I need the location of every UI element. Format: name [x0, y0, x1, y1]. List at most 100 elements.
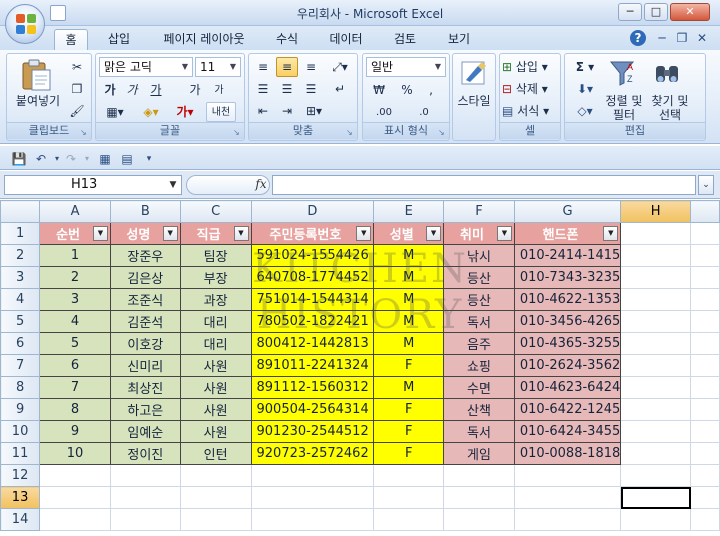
column-header-h[interactable]: H	[620, 200, 691, 223]
data-cell[interactable]: 사원	[179, 354, 252, 377]
data-cell[interactable]: 대리	[179, 310, 252, 333]
empty-cell[interactable]	[620, 420, 691, 443]
table-header-cell[interactable]: 직급 ▼	[179, 222, 252, 245]
filter-dropdown-icon[interactable]: ▼	[162, 226, 178, 241]
filter-dropdown-icon[interactable]: ▼	[603, 226, 619, 241]
table-header-cell[interactable]: 핸드폰 ▼	[513, 222, 622, 245]
data-cell[interactable]: 010-3456-4265	[513, 310, 622, 333]
tab-home[interactable]: 홈	[54, 29, 88, 50]
italic-button[interactable]: 가	[122, 80, 142, 100]
help-icon[interactable]: ?	[630, 30, 646, 46]
data-cell[interactable]: 사원	[179, 420, 252, 443]
data-cell[interactable]: 신미리	[109, 354, 181, 377]
increase-decimal-button[interactable]: .00	[366, 102, 402, 122]
empty-cell[interactable]	[620, 376, 691, 399]
increase-indent-icon[interactable]: ⇥	[276, 101, 298, 121]
fill-color-icon[interactable]: ◈▾	[136, 102, 166, 122]
data-cell[interactable]: 부장	[179, 266, 252, 289]
insert-function-icon[interactable]: fx	[253, 177, 269, 193]
row-header[interactable]: 14	[0, 508, 41, 531]
close-button[interactable]: ✕	[670, 3, 710, 21]
filter-toggle-icon[interactable]: ▦	[96, 150, 114, 168]
find-select-label-1[interactable]: 찾기 및	[646, 94, 694, 108]
data-cell[interactable]: M	[373, 266, 445, 289]
redo-dropdown-icon[interactable]: ▾	[78, 150, 96, 168]
data-cell[interactable]: 음주	[443, 332, 515, 355]
data-cell[interactable]: 780502-1822421	[250, 310, 375, 333]
expand-formula-icon[interactable]: ⌄	[698, 175, 714, 195]
font-color-button[interactable]: 가▾	[170, 102, 200, 122]
empty-cell[interactable]	[109, 464, 181, 487]
empty-cell[interactable]	[443, 464, 515, 487]
tab-view[interactable]: 보기	[440, 29, 478, 50]
empty-cell[interactable]	[513, 464, 622, 487]
data-cell[interactable]: 7	[39, 376, 111, 399]
row-header[interactable]: 7	[0, 354, 41, 377]
filter-dropdown-icon[interactable]: ▼	[496, 226, 512, 241]
empty-cell[interactable]	[690, 310, 720, 333]
table-header-cell[interactable]: 취미 ▼	[443, 222, 515, 245]
data-cell[interactable]: 2	[39, 266, 111, 289]
empty-cell[interactable]	[690, 354, 720, 377]
data-cell[interactable]: 사원	[179, 376, 252, 399]
maximize-button[interactable]: □	[644, 3, 668, 21]
data-cell[interactable]: 김준석	[109, 310, 181, 333]
data-cell[interactable]: 정이진	[109, 442, 181, 465]
tab-page-layout[interactable]: 페이지 레이아웃	[152, 29, 256, 50]
row-header[interactable]: 1	[0, 222, 41, 245]
row-header[interactable]: 8	[0, 376, 41, 399]
table-header-cell[interactable]: 순번 ▼	[39, 222, 111, 245]
tab-insert[interactable]: 삽입	[100, 29, 138, 50]
ribbon-minimize-icon[interactable]: ─	[654, 30, 670, 46]
percent-button[interactable]: %	[396, 80, 418, 100]
data-cell[interactable]: 640708-1774452	[250, 266, 375, 289]
data-cell[interactable]: 010-6422-1245	[513, 398, 622, 421]
worksheet-grid[interactable]: ABCDEFGH 1 순번 ▼ 성명 ▼ 직급 ▼ 주민등록번호 ▼ 성별 ▼ 취미 ▼ 핸드폰 ▼ 2 1 장준…	[0, 200, 720, 536]
data-cell[interactable]: 010-4623-6424	[513, 376, 622, 399]
empty-cell[interactable]	[373, 464, 445, 487]
data-cell[interactable]: 891011-2241324	[250, 354, 375, 377]
data-cell[interactable]: 900504-2564314	[250, 398, 375, 421]
empty-cell[interactable]	[250, 464, 375, 487]
data-cell[interactable]: M	[373, 332, 445, 355]
empty-cell[interactable]	[620, 508, 691, 531]
data-cell[interactable]: 010-0088-1818	[513, 442, 622, 465]
align-top-icon[interactable]: ≡	[252, 57, 274, 77]
ribbon-close-icon[interactable]: ✕	[694, 30, 710, 46]
data-cell[interactable]: 하고은	[109, 398, 181, 421]
empty-cell[interactable]	[620, 244, 691, 267]
data-cell[interactable]: 920723-2572462	[250, 442, 375, 465]
empty-cell[interactable]	[690, 464, 720, 487]
empty-cell[interactable]	[690, 508, 720, 531]
empty-cell[interactable]	[373, 508, 445, 531]
empty-cell[interactable]	[373, 486, 445, 509]
empty-cell[interactable]	[109, 486, 181, 509]
data-cell[interactable]: 조준식	[109, 288, 181, 311]
data-cell[interactable]: 산책	[443, 398, 515, 421]
column-header-c[interactable]: C	[179, 200, 252, 223]
data-cell[interactable]: 10	[39, 442, 111, 465]
empty-cell[interactable]	[39, 486, 111, 509]
empty-cell[interactable]	[620, 354, 691, 377]
data-cell[interactable]: M	[373, 288, 445, 311]
ribbon-restore-icon[interactable]: ❐	[674, 30, 690, 46]
row-header[interactable]: 12	[0, 464, 41, 487]
alignment-launcher-icon[interactable]: ↘	[346, 128, 355, 137]
column-header-b[interactable]: B	[109, 200, 181, 223]
column-header-g[interactable]: G	[513, 200, 622, 223]
data-cell[interactable]: 장준우	[109, 244, 181, 267]
data-cell[interactable]: 김은상	[109, 266, 181, 289]
empty-cell[interactable]	[443, 508, 515, 531]
column-header-f[interactable]: F	[443, 200, 515, 223]
font-name-combo[interactable]: 맑은 고딕 ▼	[99, 57, 193, 77]
align-bottom-icon[interactable]: ≡	[300, 57, 322, 77]
find-select-label-2[interactable]: 선택	[646, 108, 694, 122]
table-header-cell[interactable]: 성명 ▼	[109, 222, 181, 245]
tab-formulas[interactable]: 수식	[268, 29, 306, 50]
filter-dropdown-icon[interactable]: ▼	[356, 226, 372, 241]
empty-cell[interactable]	[690, 332, 720, 355]
data-cell[interactable]: 5	[39, 332, 111, 355]
font-launcher-icon[interactable]: ↘	[233, 128, 242, 137]
paste-icon[interactable]	[16, 58, 56, 92]
data-cell[interactable]: 대리	[179, 332, 252, 355]
